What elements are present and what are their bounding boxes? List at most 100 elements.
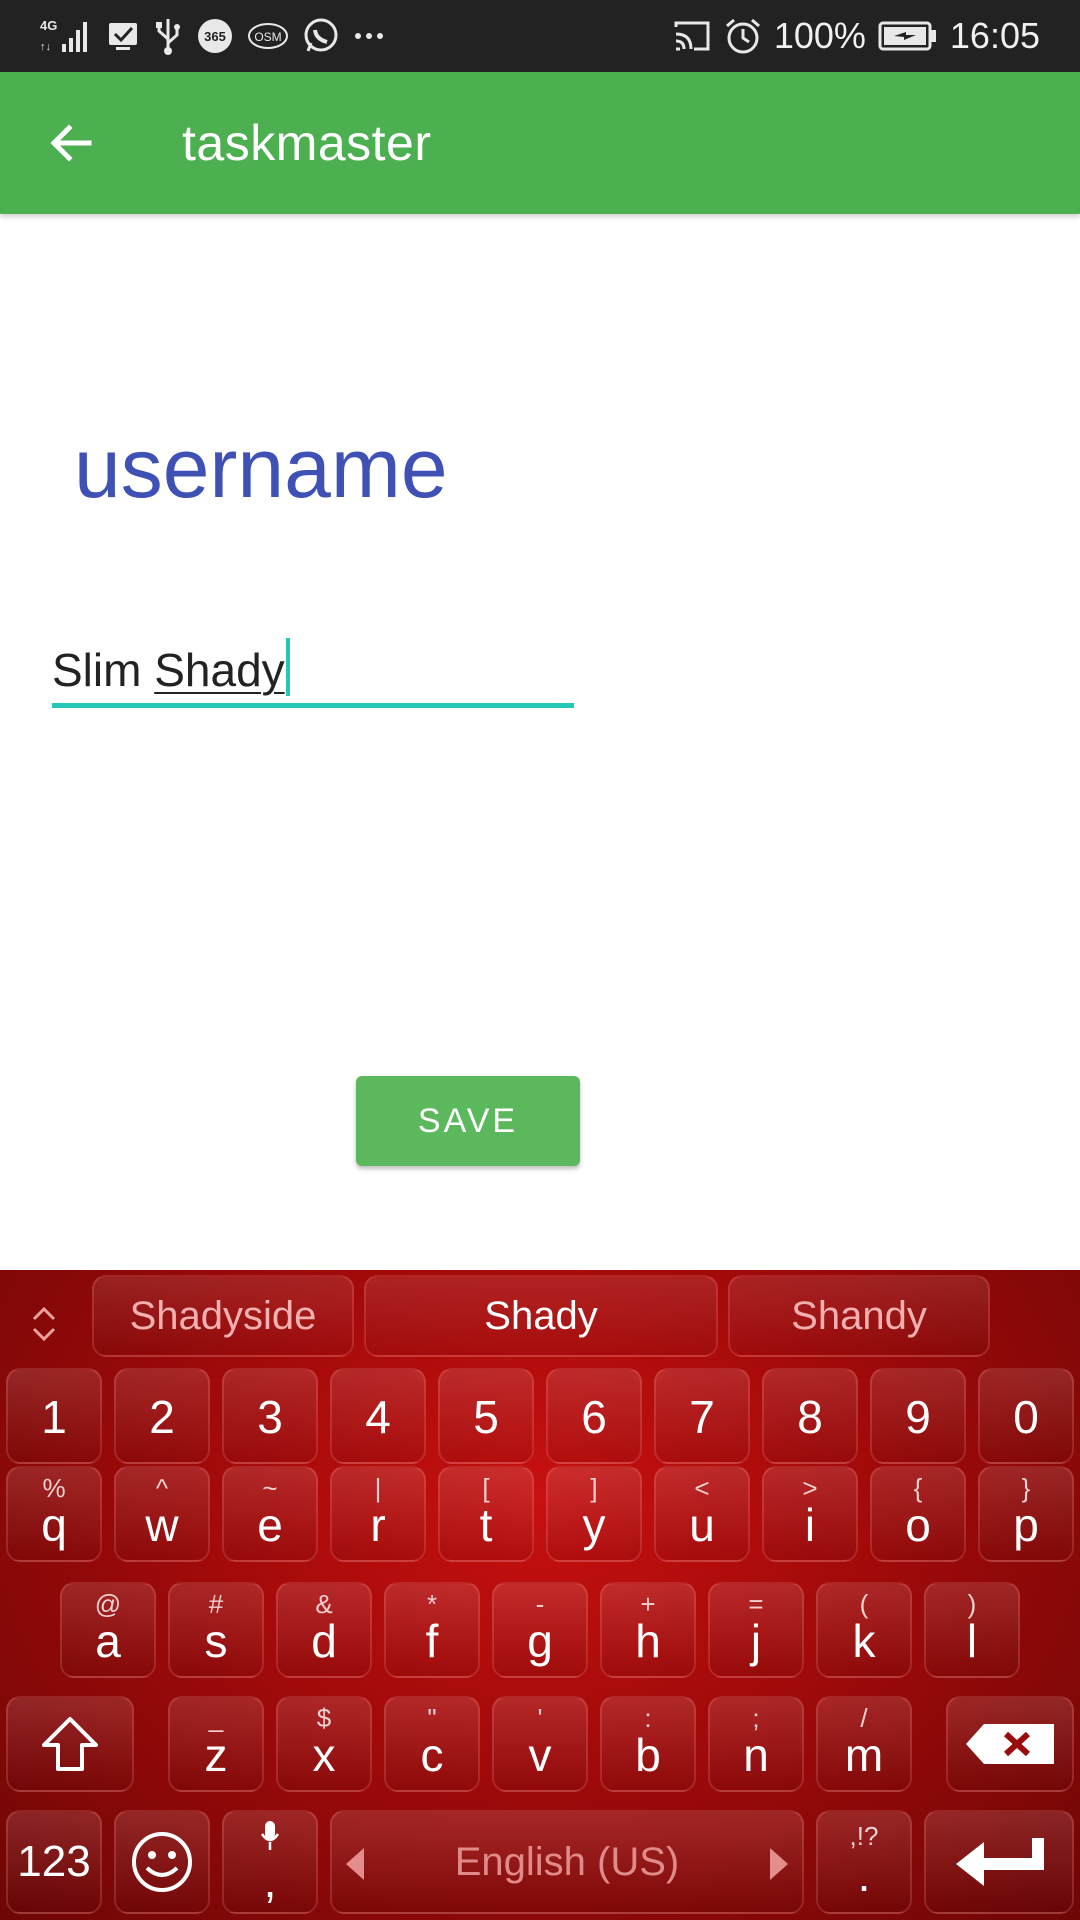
status-icons-left: 4G ↑↓ 365 OSM <box>40 14 384 58</box>
key-h[interactable]: + h <box>600 1582 696 1678</box>
key-sublabel: [ <box>482 1473 490 1503</box>
key-sublabel: $ <box>316 1703 332 1733</box>
key-sublabel: % <box>42 1473 66 1503</box>
cast-icon <box>672 16 712 56</box>
key-d[interactable]: & d <box>276 1582 372 1678</box>
enter-key[interactable] <box>924 1810 1074 1914</box>
alarm-icon <box>724 16 762 56</box>
suggestion-3[interactable]: Shandy <box>728 1275 990 1357</box>
key-1[interactable]: 1 <box>6 1368 102 1464</box>
key-label: 4 <box>365 1391 391 1443</box>
key-o[interactable]: {o <box>870 1466 966 1562</box>
key-p[interactable]: } p <box>978 1466 1074 1562</box>
soft-keyboard: Shadyside Shady Shandy 1 2 3 4 5 6 7 8 9… <box>0 1270 1080 1920</box>
key-label: o <box>905 1499 931 1551</box>
key-sublabel: * <box>426 1589 438 1619</box>
key-sublabel: ~ <box>262 1473 278 1503</box>
key-3[interactable]: 3 <box>222 1368 318 1464</box>
key-label: e <box>257 1499 283 1551</box>
space-key-center: English (US) <box>332 1812 802 1912</box>
key-t[interactable]: [t <box>438 1466 534 1562</box>
key-5[interactable]: 5 <box>438 1368 534 1464</box>
key-label: 1 <box>41 1391 67 1443</box>
key-sublabel: > <box>802 1473 818 1503</box>
key-sublabel: & <box>315 1589 333 1619</box>
key-b[interactable]: :b <box>600 1696 696 1792</box>
key-label: h <box>635 1615 661 1667</box>
expand-suggestions-button[interactable] <box>24 1294 64 1354</box>
key-sublabel: = <box>748 1589 764 1619</box>
key-i[interactable]: > i <box>762 1466 858 1562</box>
numbers-key[interactable]: 123 <box>6 1810 102 1914</box>
key-a[interactable]: @ a <box>60 1582 156 1678</box>
key-n[interactable]: ; n <box>708 1696 804 1792</box>
key-label: y <box>582 1499 606 1551</box>
key-l[interactable]: ) l <box>924 1582 1020 1678</box>
shift-key[interactable] <box>6 1696 134 1792</box>
key-g[interactable]: -g <box>492 1582 588 1678</box>
status-bar: 4G ↑↓ 365 OSM 100% 16:05 <box>0 0 1080 72</box>
key-u[interactable]: < u <box>654 1466 750 1562</box>
comma-key[interactable]: , <box>222 1810 318 1914</box>
key-m[interactable]: / m <box>816 1696 912 1792</box>
shift-key-center <box>8 1698 132 1790</box>
key-y[interactable]: ] y <box>546 1466 642 1562</box>
chevron-up-down-icon <box>32 1306 56 1342</box>
key-x[interactable]: $ x <box>276 1696 372 1792</box>
key-label: s <box>204 1615 228 1667</box>
key-w[interactable]: ^ w <box>114 1466 210 1562</box>
key-label: l <box>966 1615 978 1667</box>
key-4[interactable]: 4 <box>330 1368 426 1464</box>
key-label: a <box>95 1615 121 1667</box>
key-label: x <box>312 1729 336 1781</box>
backspace-key[interactable] <box>946 1696 1074 1792</box>
period-key[interactable]: ,!? . <box>816 1810 912 1914</box>
enter-icon <box>956 1838 1044 1886</box>
key-z[interactable]: _ z <box>168 1696 264 1792</box>
key-sublabel: ] <box>590 1473 598 1503</box>
osm-icon: OSM <box>248 16 288 56</box>
key-0[interactable]: 0 <box>978 1368 1074 1464</box>
backspace-icon <box>966 1724 1054 1764</box>
key-label: 6 <box>581 1391 607 1443</box>
key-label: m <box>844 1729 884 1781</box>
key-f[interactable]: * f <box>384 1582 480 1678</box>
key-sublabel: - <box>535 1589 545 1619</box>
suggestion-2[interactable]: Shady <box>364 1275 718 1357</box>
key-9[interactable]: 9 <box>870 1368 966 1464</box>
key-e[interactable]: ~ e <box>222 1466 318 1562</box>
key-sublabel: ; <box>752 1703 760 1733</box>
key-k[interactable]: (k <box>816 1582 912 1678</box>
svg-text:4G: 4G <box>40 18 57 33</box>
space-key[interactable]: English (US) <box>330 1810 804 1914</box>
key-2[interactable]: 2 <box>114 1368 210 1464</box>
key-q[interactable]: % q <box>6 1466 102 1562</box>
key-label: d <box>311 1615 337 1667</box>
arrow-left-icon <box>50 124 92 162</box>
key-sublabel: + <box>640 1589 656 1619</box>
key-sublabel: / <box>860 1703 868 1733</box>
key-j[interactable]: = j <box>708 1582 804 1678</box>
key-sublabel: ,!? <box>849 1821 879 1851</box>
emoji-key[interactable] <box>114 1810 210 1914</box>
key-s[interactable]: # s <box>168 1582 264 1678</box>
username-input[interactable]: Slim Shady <box>52 632 574 708</box>
save-button[interactable]: SAVE <box>356 1076 580 1166</box>
space-label: English (US) <box>454 1839 680 1884</box>
key-r[interactable]: | r <box>330 1466 426 1562</box>
app-bar: taskmaster <box>0 72 1080 214</box>
key-v[interactable]: ' v <box>492 1696 588 1792</box>
back-button[interactable] <box>36 108 106 178</box>
key-7[interactable]: 7 <box>654 1368 750 1464</box>
key-sublabel: : <box>644 1703 652 1733</box>
key-8[interactable]: 8 <box>762 1368 858 1464</box>
key-c[interactable]: " c <box>384 1696 480 1792</box>
username-input-text[interactable]: Slim Shady <box>52 638 290 697</box>
key-6[interactable]: 6 <box>546 1368 642 1464</box>
whatsapp-icon <box>302 16 340 56</box>
key-sublabel: | <box>374 1473 382 1503</box>
key-sublabel: ( <box>859 1589 869 1619</box>
key-label: n <box>743 1729 769 1781</box>
arrow-right-icon <box>770 1848 788 1880</box>
suggestion-1[interactable]: Shadyside <box>92 1275 354 1357</box>
